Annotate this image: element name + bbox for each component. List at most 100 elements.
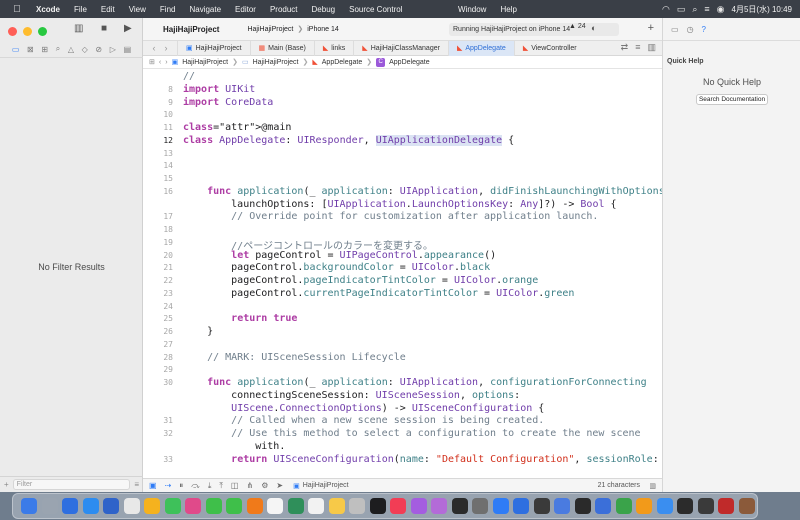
breakpoints-toggle-icon[interactable]: ⇢	[165, 481, 172, 491]
menu-source-control[interactable]: Source Control	[349, 5, 402, 14]
dock-app-icon[interactable]	[103, 498, 119, 514]
chevron-left-icon[interactable]: ‹	[159, 59, 161, 66]
dock-app-icon[interactable]	[636, 498, 652, 514]
issue-icon[interactable]: △	[68, 45, 74, 54]
split-editor-icon[interactable]: ▥	[647, 42, 656, 53]
search-documentation-button[interactable]: Search Documentation	[696, 94, 768, 105]
dock-app-icon[interactable]	[144, 498, 160, 514]
debug-target[interactable]: ▣ HajiHajiProject	[293, 482, 349, 490]
chevron-right-icon[interactable]: ›	[165, 59, 167, 66]
grid-icon[interactable]: ⊞	[149, 58, 155, 66]
dock-app-icon[interactable]	[410, 498, 427, 514]
zoom-window-button[interactable]	[38, 27, 47, 36]
dock-app-icon[interactable]	[718, 498, 734, 514]
quick-help-icon[interactable]: ?	[702, 25, 706, 34]
menu-editor[interactable]: Editor	[235, 5, 256, 14]
dock-app-icon[interactable]	[62, 498, 78, 514]
folder-icon[interactable]: ▭	[12, 45, 20, 54]
navigator-filter-input[interactable]: Filter	[12, 479, 131, 490]
dock-app-icon[interactable]	[308, 498, 324, 514]
file-inspector-icon[interactable]: ▭	[671, 25, 679, 34]
tab-appdelegate[interactable]: ◣ AppDelegate	[447, 40, 514, 56]
menu-file[interactable]: File	[74, 5, 87, 14]
environment-icon[interactable]: ⚙	[261, 481, 268, 491]
dock-app-icon[interactable]	[349, 498, 365, 514]
tab-links[interactable]: ◣ links	[313, 40, 353, 56]
menu-find[interactable]: Find	[160, 5, 176, 14]
add-tab-icon[interactable]: +	[648, 22, 654, 34]
dock-app-icon[interactable]	[205, 498, 222, 514]
jump-project[interactable]: HajiHajiProject	[182, 59, 228, 66]
dock-app-icon[interactable]	[472, 498, 488, 514]
source-control-icon[interactable]: ⊠	[27, 45, 34, 54]
dock-app-icon[interactable]	[226, 498, 242, 514]
related-items-icon[interactable]: ⇄	[621, 42, 629, 53]
dock-app-icon[interactable]	[738, 498, 755, 514]
dock-app-icon[interactable]	[431, 498, 447, 514]
dock-app-icon[interactable]	[287, 498, 304, 514]
stop-icon[interactable]: ■	[101, 23, 107, 34]
dock-app-icon[interactable]	[41, 498, 58, 514]
source-editor[interactable]: //import UIKit import CoreData class="attr…	[179, 69, 662, 478]
location-icon[interactable]: ➤	[276, 481, 283, 491]
dock-app-icon[interactable]	[369, 498, 386, 514]
sidebar-toggle-icon[interactable]: ▥	[74, 23, 83, 34]
find-icon[interactable]: ⌕	[56, 44, 60, 54]
jump-symbol[interactable]: AppDelegate	[389, 59, 429, 66]
editor-options-icon[interactable]: ≡	[635, 42, 640, 53]
close-window-button[interactable]	[8, 27, 17, 36]
dock-app-icon[interactable]	[615, 498, 632, 514]
menu-debug[interactable]: Debug	[312, 5, 336, 14]
tab-main-base[interactable]: ▦ Main (Base)	[249, 40, 314, 56]
control-center-icon[interactable]: ≡	[704, 4, 709, 14]
tab-viewcontroller[interactable]: ◣ ViewController	[513, 40, 585, 56]
menu-window[interactable]: Window	[458, 5, 486, 14]
scheme-selector[interactable]: HajiHajiProject ❯ iPhone 14	[247, 25, 338, 34]
step-out-icon[interactable]: ⤒	[219, 481, 223, 491]
dock-app-icon[interactable]	[656, 498, 673, 514]
dock-app-icon[interactable]	[595, 498, 611, 514]
dock-app-icon[interactable]	[246, 498, 263, 514]
battery-icon[interactable]: ▭	[677, 4, 686, 15]
issue-indicator-icon[interactable]: ◐	[591, 23, 596, 33]
dock-app-icon[interactable]	[513, 498, 529, 514]
dock-app-icon[interactable]	[533, 498, 550, 514]
breakpoint-icon[interactable]: ▷	[110, 45, 116, 54]
run-icon[interactable]: ▶	[124, 23, 132, 34]
panel-toggle-icon[interactable]: ▥	[649, 482, 656, 490]
menu-app-name[interactable]: Xcode	[36, 5, 60, 14]
warning-count-badge[interactable]: ▲ 24	[569, 23, 586, 30]
wifi-icon[interactable]: ◠	[662, 4, 670, 15]
dock-app-icon[interactable]	[574, 498, 591, 514]
dock-app-icon[interactable]	[185, 498, 201, 514]
dock-app-icon[interactable]	[390, 498, 406, 514]
apple-menu-icon[interactable]: 	[10, 4, 24, 15]
test-icon[interactable]: ◇	[82, 45, 88, 54]
siri-icon[interactable]: ◉	[717, 4, 725, 15]
dock-app-icon[interactable]	[451, 498, 468, 514]
dock-app-icon[interactable]	[21, 498, 37, 514]
menu-navigate[interactable]: Navigate	[189, 5, 221, 14]
console-toggle-icon[interactable]: ▣	[149, 481, 157, 491]
memory-graph-icon[interactable]: ⋔	[246, 481, 253, 491]
jump-group[interactable]: HajiHajiProject	[253, 59, 299, 66]
dock-app-icon[interactable]	[328, 498, 345, 514]
history-inspector-icon[interactable]: ◷	[687, 25, 694, 34]
minimize-window-button[interactable]	[23, 27, 32, 36]
forward-icon[interactable]: ›	[165, 43, 168, 53]
dock-app-icon[interactable]	[554, 498, 570, 514]
debug-icon[interactable]: ⊘	[95, 45, 102, 54]
jump-file[interactable]: AppDelegate	[322, 59, 362, 66]
menu-edit[interactable]: Edit	[101, 5, 115, 14]
dock-app-icon[interactable]	[492, 498, 509, 514]
filter-options-icon[interactable]: ≡	[134, 480, 139, 489]
pause-icon[interactable]: ⏸	[179, 481, 183, 491]
menu-bar-clock[interactable]: 4月5日(水) 10:49	[732, 4, 792, 15]
menu-view[interactable]: View	[129, 5, 146, 14]
add-icon[interactable]: +	[4, 480, 9, 489]
back-icon[interactable]: ‹	[153, 43, 156, 53]
dock-app-icon[interactable]	[82, 498, 99, 514]
tab-hajihajiclassmanager[interactable]: ◣ HajiHajiClassManager	[353, 40, 448, 56]
dock-app-icon[interactable]	[123, 498, 140, 514]
line-number-gutter[interactable]: 8 9 10 11 12 13 14 15 16 17 18 19 20 21 22 23 24 25 26 27 28…	[143, 69, 179, 478]
